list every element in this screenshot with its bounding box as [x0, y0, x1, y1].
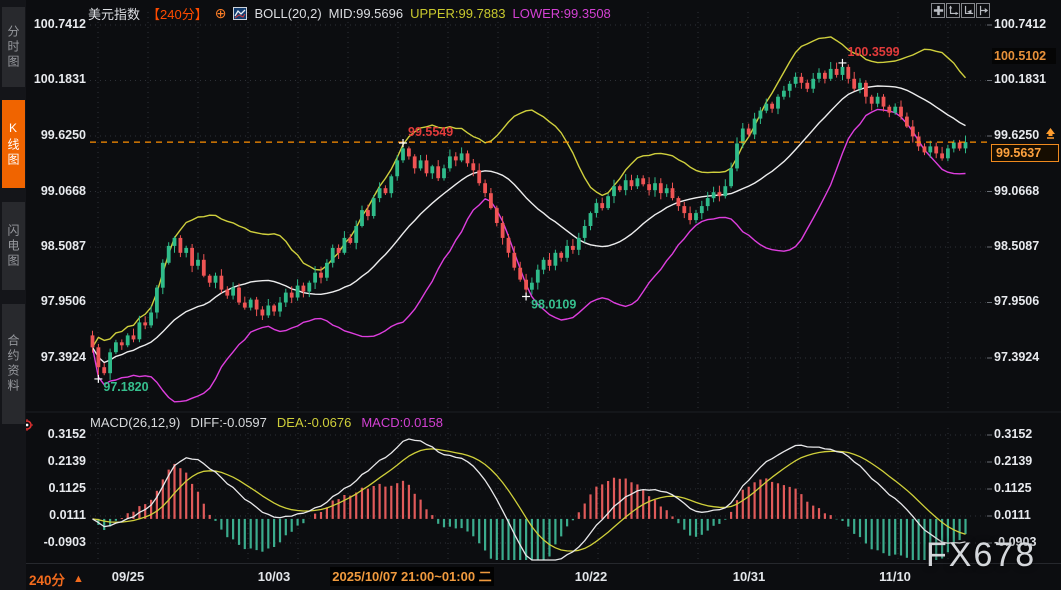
- svg-text:97.1820: 97.1820: [103, 380, 148, 394]
- timeframe-indicator[interactable]: 240分▲: [29, 569, 84, 589]
- zoom-x-axis-icon[interactable]: [961, 3, 975, 18]
- upper-band-tag: 100.5102: [992, 48, 1056, 64]
- sidebar-tab-kline-chart[interactable]: K线图: [2, 100, 25, 188]
- chart-canvas[interactable]: 97.1820 99.5549 98.0109 100.3599: [0, 0, 1061, 590]
- date-tick: 11/10: [879, 569, 911, 584]
- crosshair-icon[interactable]: [931, 3, 945, 18]
- svg-text:99.5549: 99.5549: [408, 125, 453, 139]
- date-tick: 10/31: [733, 569, 766, 584]
- zoom-y-axis-icon[interactable]: [946, 3, 960, 18]
- crosshair-date-readout: 2025/10/07 21:00~01:00 二: [330, 567, 494, 586]
- timeframe-arrow-icon: ▲: [73, 573, 84, 585]
- chart-toolbar: [931, 3, 990, 18]
- time-axis-bar: 240分▲ 2025/10/07 21:00~01:00 二 09/25 10/0…: [26, 563, 1061, 590]
- sidebar-tab-timeline-chart[interactable]: 分时图: [2, 7, 25, 87]
- date-tick: 09/25: [112, 569, 145, 584]
- date-tick: 10/03: [258, 569, 291, 584]
- scroll-to-latest-icon[interactable]: [1044, 127, 1057, 145]
- svg-text:100.3599: 100.3599: [848, 45, 900, 59]
- date-tick: 10/22: [575, 569, 608, 584]
- pan-right-icon[interactable]: [976, 3, 990, 18]
- trading-app: 97.1820 99.5549 98.0109 100.3599 分时图 K线图 闪电…: [0, 0, 1061, 590]
- sidebar: 分时图 K线图 闪电图 合约资料: [0, 0, 26, 590]
- current-price-tag: 99.5637: [991, 144, 1059, 162]
- add-indicator-icon[interactable]: ⊕: [215, 5, 227, 22]
- sidebar-tab-lightning-chart[interactable]: 闪电图: [2, 202, 25, 290]
- svg-text:98.0109: 98.0109: [531, 298, 576, 312]
- sidebar-tab-contract-info[interactable]: 合约资料: [2, 304, 25, 424]
